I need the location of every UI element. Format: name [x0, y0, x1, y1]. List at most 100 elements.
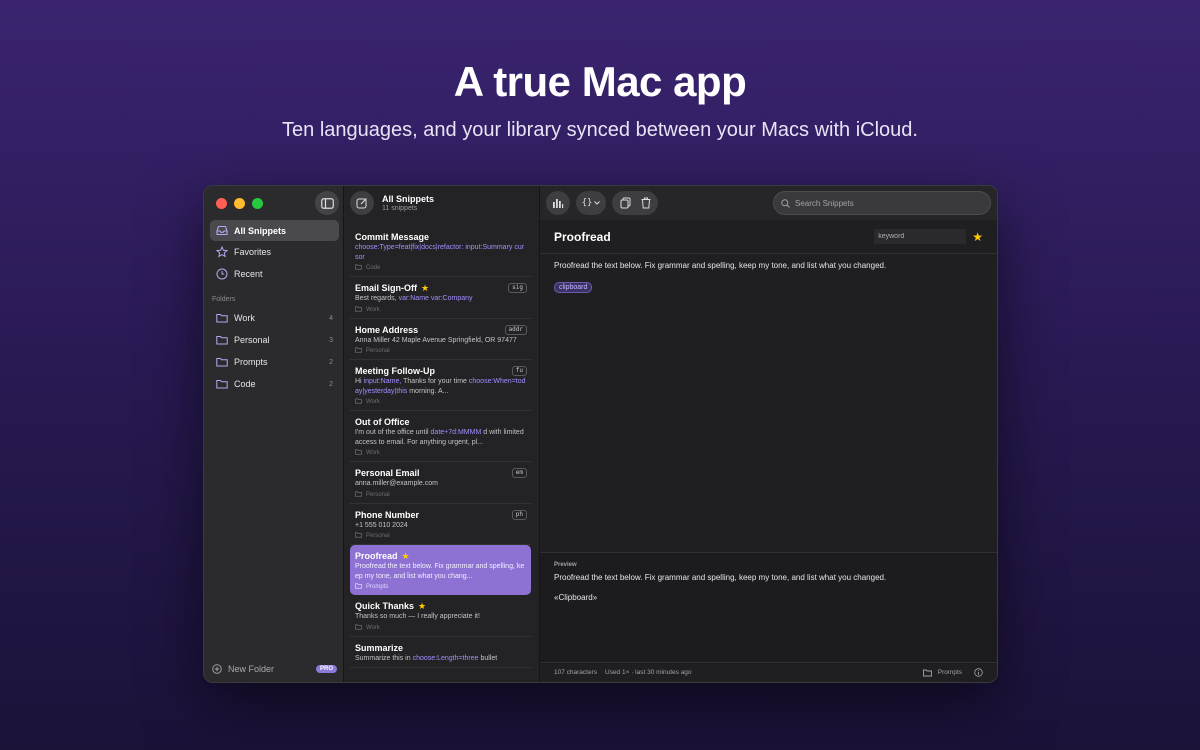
- folder-icon: [355, 305, 362, 314]
- folder-count: 3: [329, 336, 333, 344]
- snippet-item-title: Email Sign-Off ★: [355, 283, 430, 293]
- snippet-item-folder: Work: [355, 623, 526, 632]
- new-folder-button[interactable]: New Folder PRO: [212, 662, 337, 676]
- list-title: All Snippets: [382, 193, 435, 204]
- search-input[interactable]: [795, 198, 975, 208]
- search-icon: [781, 198, 790, 208]
- snippet-list-item[interactable]: Quick Thanks ★ Thanks so much — I really a…: [350, 595, 531, 637]
- snippet-item-preview: anna.miller@example.com: [355, 480, 438, 487]
- snippet-item-title: Proofread ★: [355, 551, 410, 561]
- sidebar-item-work[interactable]: Work 4: [210, 307, 339, 329]
- snippet-item-title: Out of Office: [355, 417, 410, 427]
- hero-title: A true Mac app: [453, 58, 747, 105]
- sidebar-item-personal[interactable]: Personal 3: [210, 329, 339, 351]
- snippet-list-item[interactable]: Email Sign-Off ★ sig Best regards, var:Name…: [350, 277, 531, 319]
- toolbar: {}: [540, 186, 997, 220]
- snippet-item-title: Meeting Follow-Up: [355, 366, 435, 376]
- info-icon[interactable]: [974, 668, 983, 677]
- stats-button[interactable]: [546, 191, 570, 215]
- favorite-star-icon: ★: [418, 601, 427, 611]
- snippet-item-preview: Best regards, var:Name var:Company: [355, 295, 473, 302]
- preview-panel: Preview Proofread the text below. Fix gr…: [540, 552, 997, 664]
- folder-icon: [355, 347, 362, 355]
- insert-variable-menu[interactable]: {}: [576, 191, 606, 215]
- hero-subtitle: Ten languages, and your library synced b…: [282, 119, 918, 141]
- folder-list: Work 4 Personal 3 Prompts 2 Code 2: [210, 307, 339, 395]
- snippet-item-folder: Code: [355, 264, 526, 272]
- close-window-button[interactable]: [216, 198, 227, 209]
- snippet-item-preview: Thanks so much — I really appreciate it!: [355, 613, 480, 620]
- abbreviation-badge: addr: [504, 324, 527, 335]
- snippet-item-title: Commit Message: [355, 232, 430, 242]
- sidebar-item-favorites[interactable]: Favorites: [210, 242, 339, 263]
- clipboard-token[interactable]: clipboard: [554, 282, 593, 293]
- sidebar-item-prompts[interactable]: Prompts 2: [210, 351, 339, 373]
- list-header: All Snippets 11 snippets: [344, 186, 539, 220]
- snippet-list-item[interactable]: Summarize Summarize this in choose:Length…: [350, 637, 531, 668]
- snippet-list-item[interactable]: Personal Email em anna.miller@example.com P…: [350, 462, 531, 504]
- snippet-list-pane: All Snippets 11 snippets Commit Message c…: [344, 186, 540, 682]
- snippet-item-preview: Proofread the text below. Fix grammar an…: [355, 563, 525, 580]
- sidebar: All Snippets Favorites Recent Folders Wo…: [204, 186, 344, 682]
- sidebar-toggle-button[interactable]: [315, 191, 339, 215]
- folder-label: Work: [234, 313, 255, 323]
- snippet-list-item[interactable]: Home Address addr Anna Miller 42 Maple Ave…: [350, 319, 531, 360]
- folder-label: Personal: [234, 335, 270, 345]
- folder-icon: [355, 264, 362, 272]
- snippet-item-folder: Prompts: [355, 583, 526, 591]
- clock-icon: [216, 268, 228, 280]
- minimize-window-button[interactable]: [234, 198, 245, 209]
- trash-icon[interactable]: [641, 197, 651, 209]
- sidebar-item-code[interactable]: Code 2: [210, 373, 339, 395]
- abbreviation-badge: em: [511, 468, 527, 478]
- snippet-list-item[interactable]: Proofread ★ Proofread the text below. Fix …: [350, 545, 531, 595]
- snippet-editor[interactable]: Proofread the text below. Fix grammar an…: [554, 261, 983, 270]
- folder-icon: [355, 398, 362, 406]
- status-folder[interactable]: Prompts: [922, 668, 983, 677]
- sidebar-item-recent[interactable]: Recent: [210, 263, 339, 284]
- snippet-title[interactable]: Proofread: [554, 230, 611, 244]
- folder-label: Code: [234, 379, 256, 389]
- favorite-star-icon[interactable]: ★: [972, 230, 983, 244]
- folder-icon: [355, 583, 362, 591]
- folder-count: 2: [329, 358, 333, 366]
- list-count: 11 snippets: [382, 204, 418, 212]
- snippet-list: Commit Message choose:Type=feat|fix|docs|…: [350, 226, 531, 668]
- compose-icon: [356, 198, 367, 209]
- folder-icon: [216, 334, 228, 346]
- abbreviation-badge: ph: [511, 509, 527, 520]
- sidebar-item-all-snippets[interactable]: All Snippets: [210, 220, 339, 241]
- app-window: All Snippets Favorites Recent Folders Wo…: [203, 185, 998, 683]
- keyword-input[interactable]: [874, 229, 967, 244]
- snippet-item-title: Home Address: [355, 324, 419, 335]
- snippet-item-title: Quick Thanks ★: [355, 601, 427, 611]
- new-folder-label: New Folder: [228, 664, 275, 674]
- star-outline-icon: [216, 246, 228, 258]
- snippet-item-title: Phone Number: [355, 509, 420, 520]
- duplicate-icon[interactable]: [620, 197, 631, 209]
- chevron-down-icon: [594, 201, 601, 205]
- snippet-list-item[interactable]: Out of Office I'm out of the office until…: [350, 411, 531, 462]
- snippet-item-folder: Work: [355, 398, 526, 406]
- snippet-list-item[interactable]: Meeting Follow-Up fu Hi input:Name, Thanks…: [350, 360, 531, 411]
- detail-pane: {} Proofread ★ Proofread the text below.…: [540, 186, 997, 682]
- sidebar-icon: [320, 197, 334, 209]
- snippet-item-folder: Personal: [355, 490, 526, 499]
- folder-icon: [216, 378, 228, 390]
- folder-icon: [355, 532, 362, 540]
- status-folder-label: Prompts: [937, 669, 962, 676]
- snippet-title-row: Proofread ★: [540, 220, 997, 254]
- usage-info: Used 1× · last 30 minutes ago: [605, 669, 692, 676]
- snippet-item-preview: choose:Type=feat|fix|docs|refactor: inpu…: [355, 244, 525, 261]
- snippet-list-item[interactable]: Phone Number ph +1 555 010 2024 Personal: [350, 504, 531, 545]
- search-field[interactable]: [773, 191, 991, 215]
- snippet-item-preview: Summarize this in choose:Length=three bu…: [355, 654, 498, 662]
- new-snippet-button[interactable]: [350, 191, 374, 215]
- snippet-list-item[interactable]: Commit Message choose:Type=feat|fix|docs|…: [350, 226, 531, 277]
- zoom-window-button[interactable]: [252, 198, 263, 209]
- snippet-item-title: Personal Email: [355, 468, 420, 478]
- folder-icon: [355, 490, 362, 499]
- favorite-star-icon: ★: [421, 283, 430, 293]
- snippet-item-preview: Hi input:Name, Thanks for your time choo…: [355, 378, 526, 395]
- folder-icon: [216, 312, 228, 324]
